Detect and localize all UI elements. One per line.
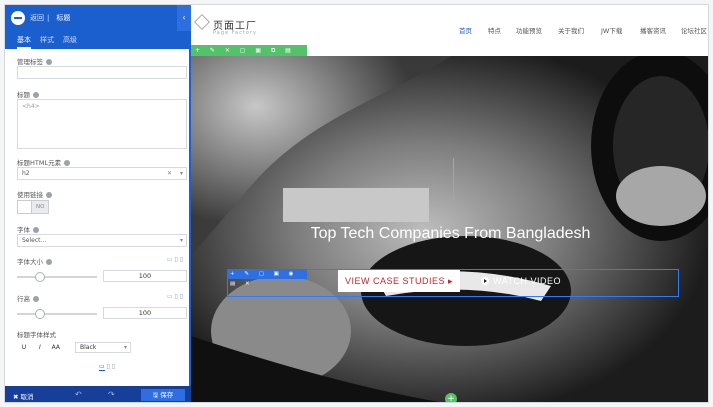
nav-news[interactable]: 播客资讯 bbox=[640, 25, 666, 35]
hero-section: Top Tech Companies From Bangladesh + ✎ ▢… bbox=[191, 56, 708, 402]
nav-features[interactable]: 特点 bbox=[488, 25, 501, 35]
admin-label-label: 管理标签 bbox=[17, 56, 52, 66]
panel-tabs: 基本 样式 高级 bbox=[5, 31, 191, 49]
tab-advanced[interactable]: 高级 bbox=[63, 35, 77, 45]
page-preview: 页面工厂 Page Factory 首页 特点 功能预览 关于我们 JW下载 播… bbox=[191, 5, 708, 402]
chevron-down-icon: ▾ bbox=[179, 170, 183, 177]
nav-forum[interactable]: 论坛社区 bbox=[681, 25, 707, 35]
link-toggle[interactable]: NO bbox=[17, 200, 49, 214]
breadcrumb-current: 标题 bbox=[56, 14, 71, 22]
line-height-label: 行高 bbox=[17, 293, 39, 303]
color-select[interactable]: Black ▾ bbox=[75, 342, 131, 353]
admin-label-input[interactable] bbox=[17, 66, 187, 79]
logo-icon bbox=[194, 14, 210, 30]
image-placeholder bbox=[283, 188, 429, 222]
html-tag-select[interactable]: h2 ✕ ▾ bbox=[17, 167, 187, 180]
responsive-icons[interactable]: ▭ ▯ ▯ bbox=[167, 293, 183, 300]
section-toolbar[interactable]: + ✎ ✕ ▢ ▣ ⧉ ▤ ◉ ✎ bbox=[191, 45, 307, 65]
add-section-icon[interactable]: + bbox=[445, 393, 457, 402]
html-tag-value: h2 bbox=[22, 170, 30, 177]
link-label: 使用链接 bbox=[17, 189, 52, 199]
redo-icon[interactable]: ↷ bbox=[108, 390, 115, 399]
help-icon[interactable] bbox=[46, 259, 52, 265]
chevron-down-icon: ▾ bbox=[179, 237, 183, 244]
play-icon bbox=[481, 277, 489, 285]
clear-icon[interactable]: ✕ bbox=[167, 170, 172, 177]
title-placeholder: <h4> bbox=[22, 103, 40, 110]
slider-handle[interactable] bbox=[35, 272, 45, 282]
site-logo-sub: Page Factory bbox=[213, 30, 257, 36]
cancel-button[interactable]: ✖ 取消 bbox=[13, 391, 34, 401]
menu-icon[interactable] bbox=[11, 11, 25, 25]
element-toolbar[interactable]: + ✎ ▢ ▣ ◉ ▤ ✕ bbox=[227, 269, 307, 287]
underline-button[interactable]: U bbox=[17, 344, 31, 351]
divider-line bbox=[453, 158, 454, 210]
help-icon[interactable] bbox=[64, 160, 71, 166]
title-textarea[interactable]: <h4> bbox=[17, 99, 187, 149]
undo-icon[interactable]: ↶ bbox=[75, 390, 82, 399]
font-size-label: 字体大小 bbox=[17, 256, 52, 266]
slider-handle[interactable] bbox=[35, 309, 45, 319]
font-label: 字体 bbox=[17, 224, 39, 234]
heading-style-label: 标题字体样式 bbox=[17, 331, 56, 339]
uppercase-button[interactable]: AA bbox=[49, 344, 63, 351]
collapse-panel-icon[interactable]: ‹ bbox=[177, 5, 191, 31]
save-button[interactable]: 🖫 保存 bbox=[141, 389, 185, 401]
help-icon[interactable] bbox=[33, 296, 39, 302]
italic-button[interactable]: I bbox=[33, 344, 47, 351]
breadcrumb: 返回 | 标题 bbox=[30, 14, 71, 22]
panel-header: 返回 | 标题 ‹ bbox=[5, 5, 191, 31]
nav-preview[interactable]: 功能预览 bbox=[516, 25, 542, 35]
nav-home[interactable]: 首页 bbox=[459, 25, 472, 35]
mobile-icon[interactable]: ▯ bbox=[112, 363, 115, 370]
nav-download[interactable]: JW下载 bbox=[601, 25, 622, 35]
tab-basic[interactable]: 基本 bbox=[17, 35, 31, 49]
site-header: 页面工厂 Page Factory 首页 特点 功能预览 关于我们 JW下载 播… bbox=[191, 5, 708, 45]
help-icon[interactable] bbox=[46, 59, 52, 65]
hero-title[interactable]: Top Tech Companies From Bangladesh bbox=[191, 225, 708, 243]
device-switcher: ▭ ▯ ▯ bbox=[99, 363, 115, 371]
title-label: 标题 bbox=[17, 89, 39, 99]
breadcrumb-back[interactable]: 返回 bbox=[30, 14, 44, 22]
view-case-studies-button[interactable]: VIEW CASE STUDIES ▸ bbox=[338, 270, 460, 292]
desktop-icon[interactable]: ▭ bbox=[99, 363, 105, 371]
settings-panel: 返回 | 标题 ‹ 基本 样式 高级 管理标签 标题 <h4> 标题HTML元素 h… bbox=[5, 5, 191, 402]
watch-video-button[interactable]: WATCH VIDEO bbox=[481, 270, 561, 292]
font-placeholder: Select... bbox=[22, 237, 47, 244]
panel-footer: ✖ 取消 ↶ ↷ 🖫 保存 bbox=[5, 386, 191, 402]
line-height-input[interactable]: 100 bbox=[103, 307, 187, 319]
editor-window: 返回 | 标题 ‹ 基本 样式 高级 管理标签 标题 <h4> 标题HTML元素 h… bbox=[4, 4, 709, 403]
font-select[interactable]: Select... ▾ bbox=[17, 234, 187, 247]
tab-style[interactable]: 样式 bbox=[40, 35, 54, 45]
color-value: Black bbox=[80, 344, 97, 351]
watch-video-label: WATCH VIDEO bbox=[493, 276, 561, 286]
link-toggle-text: NO bbox=[36, 204, 45, 210]
tablet-icon[interactable]: ▯ bbox=[107, 363, 110, 370]
responsive-icons[interactable]: ▭ ▯ ▯ bbox=[167, 256, 183, 263]
line-height-slider[interactable] bbox=[17, 309, 97, 319]
font-size-slider[interactable] bbox=[17, 272, 97, 282]
chevron-down-icon: ▾ bbox=[123, 344, 127, 351]
typography-buttons: U I AA bbox=[17, 344, 63, 351]
html-tag-label: 标题HTML元素 bbox=[17, 157, 71, 167]
help-icon[interactable] bbox=[46, 192, 52, 198]
help-icon[interactable] bbox=[33, 92, 39, 98]
font-size-input[interactable]: 100 bbox=[103, 270, 187, 282]
nav-about[interactable]: 关于我们 bbox=[558, 25, 584, 35]
help-icon[interactable] bbox=[33, 227, 39, 233]
